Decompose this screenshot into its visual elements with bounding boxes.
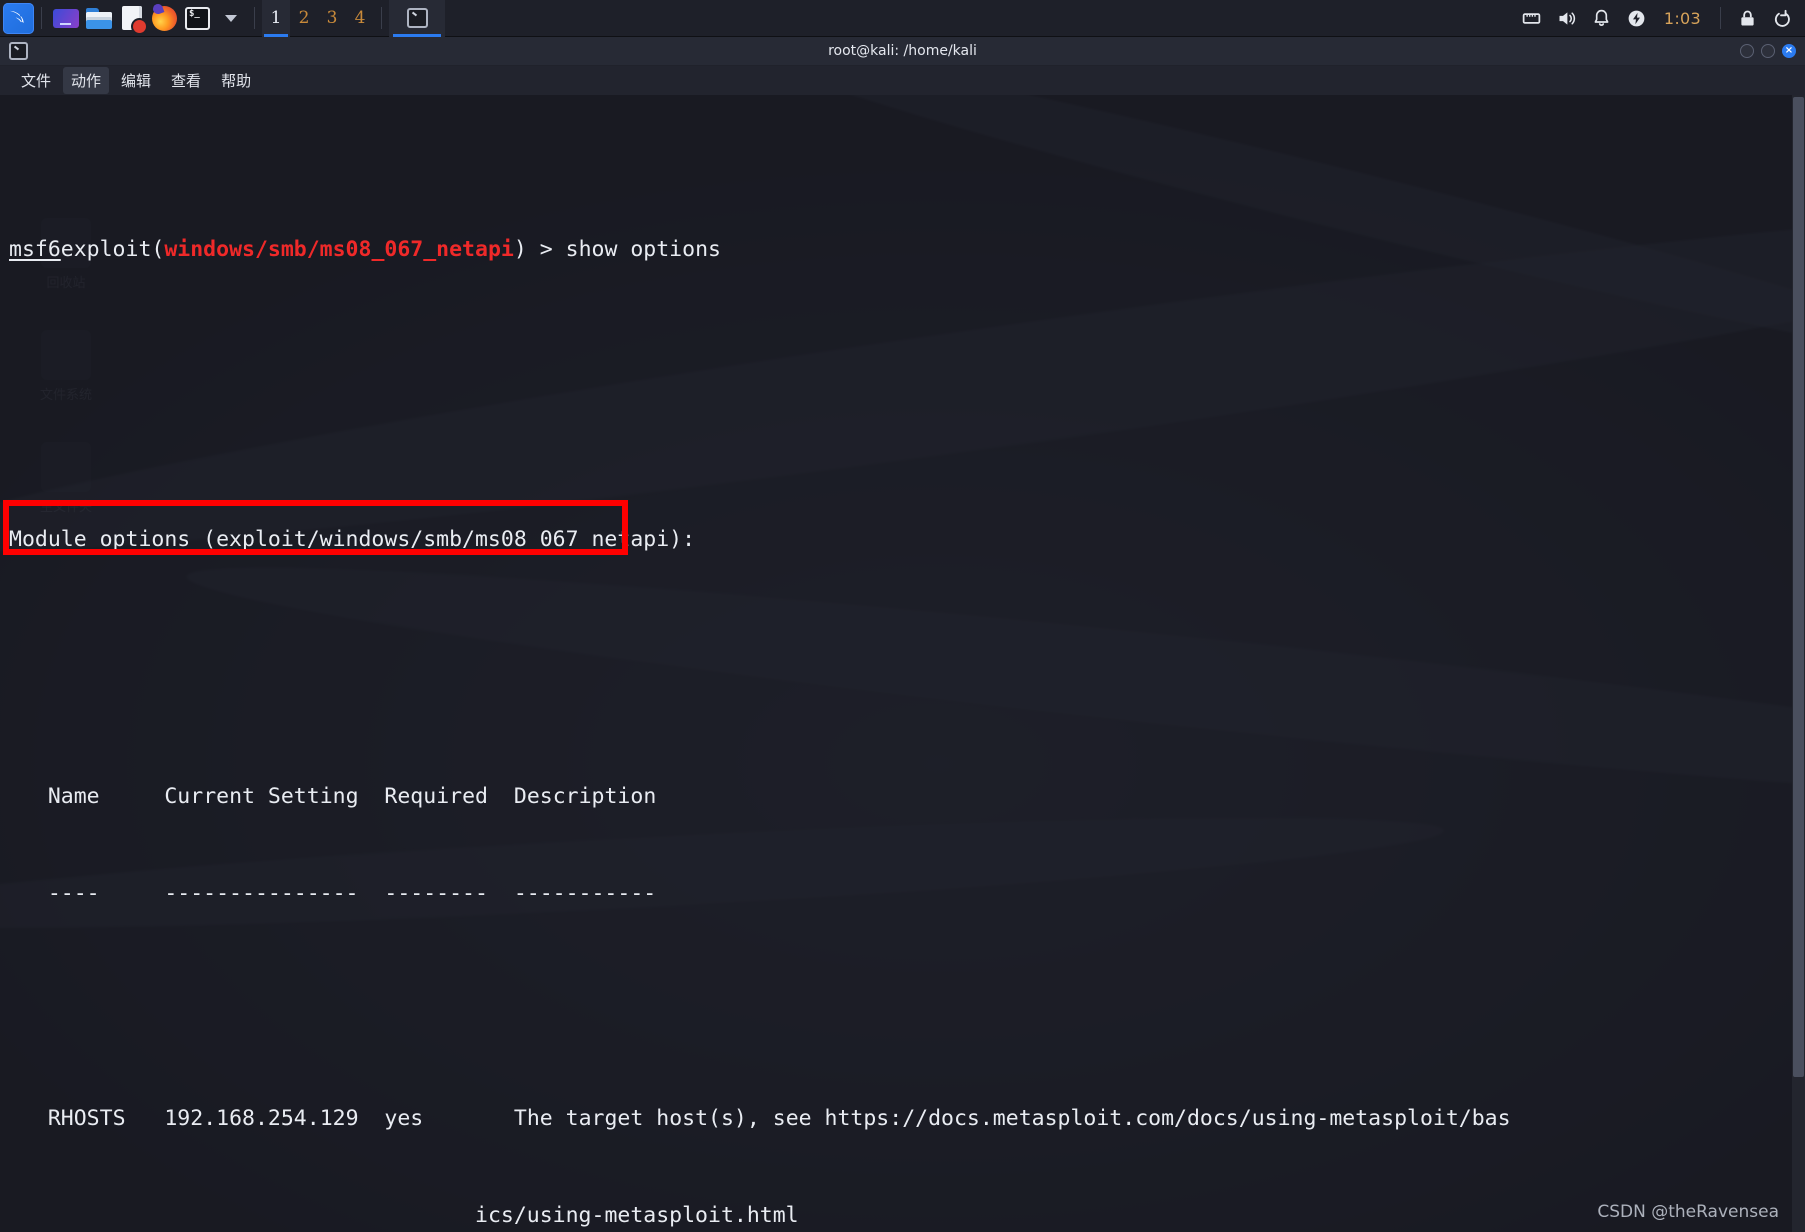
window-title: root@kali: /home/kali (828, 43, 977, 59)
chevron-down-icon[interactable] (214, 2, 247, 35)
workspace-button-2[interactable]: 2 (290, 0, 318, 37)
close-button[interactable]: × (1782, 44, 1796, 58)
col-required: Required (384, 784, 488, 810)
col-current-setting: Current Setting (164, 784, 359, 810)
terminal-command: show options (565, 236, 721, 262)
text-editor-icon[interactable] (115, 2, 148, 35)
display-icon[interactable] (49, 2, 82, 35)
network-icon[interactable] (1516, 3, 1547, 34)
taskbar-window-button[interactable] (389, 0, 445, 37)
table-row-continuation: ics/using-metasploit.html (9, 1200, 1805, 1232)
file-manager-icon[interactable] (82, 2, 115, 35)
module-table-header: Name Current Setting Required Descriptio… (9, 781, 1805, 813)
module-options-header: Module options (exploit/windows/smb/ms08… (9, 526, 696, 552)
minimize-button[interactable] (1740, 44, 1754, 58)
power-icon[interactable] (1621, 3, 1652, 34)
window-titlebar[interactable]: root@kali: /home/kali × (0, 37, 1805, 66)
kali-menu-icon[interactable] (3, 2, 34, 34)
menu-item-edit[interactable]: 编辑 (113, 67, 159, 94)
module-table-rule: ---- --------------- -------- ----------… (9, 880, 657, 906)
panel-separator (381, 7, 382, 29)
notifications-bell-icon[interactable] (1586, 3, 1617, 34)
col-name: Name (47, 784, 100, 810)
scrollbar-thumb[interactable] (1793, 97, 1804, 1077)
top-panel: 1 2 3 4 1:03 (0, 0, 1805, 37)
firefox-icon[interactable] (148, 2, 181, 35)
terminal-window: root@kali: /home/kali × 文件 动作 编辑 查看 帮助 m… (0, 37, 1805, 1232)
menu-bar: 文件 动作 编辑 查看 帮助 (0, 66, 1805, 95)
terminal-window-icon (406, 8, 428, 28)
panel-separator (254, 7, 255, 29)
cell-name: RHOSTS (47, 1106, 126, 1132)
logout-icon[interactable] (1767, 3, 1798, 34)
prompt-tail: ) > (513, 236, 566, 262)
terminal-output[interactable]: msf6exploit(windows/smb/ms08_067_netapi)… (0, 95, 1805, 1232)
workspace-button-1[interactable]: 1 (262, 0, 290, 37)
lock-icon[interactable] (1732, 3, 1763, 34)
prompt-module: windows/smb/ms08_067_netapi (164, 236, 514, 262)
volume-icon[interactable] (1551, 3, 1582, 34)
cell-required: yes (384, 1106, 424, 1132)
cell-setting: 192.168.254.129 (164, 1106, 359, 1132)
menu-item-view[interactable]: 查看 (163, 67, 209, 94)
panel-separator (1720, 7, 1721, 29)
col-description: Description (513, 784, 657, 810)
terminal-prompt-line: msf6exploit(windows/smb/ms08_067_netapi)… (9, 234, 1805, 266)
workspace-button-4[interactable]: 4 (346, 0, 374, 37)
prompt-exploit: exploit( (60, 236, 165, 262)
watermark: CSDN @theRavensea (1597, 1202, 1779, 1222)
terminal-scrollbar[interactable] (1792, 95, 1805, 1232)
terminal-window-icon (9, 42, 28, 60)
prompt-user: msf6 (9, 236, 61, 262)
maximize-button[interactable] (1761, 44, 1775, 58)
table-row: RHOSTS 192.168.254.129 yes The target ho… (9, 1103, 1805, 1135)
clock[interactable]: 1:03 (1656, 9, 1709, 28)
menu-item-actions[interactable]: 动作 (63, 67, 110, 94)
system-tray: 1:03 (1516, 0, 1805, 37)
cell-description: ics/using-metasploit.html (475, 1202, 799, 1228)
menu-item-help[interactable]: 帮助 (213, 67, 259, 94)
menu-item-file[interactable]: 文件 (13, 67, 59, 94)
cell-description: The target host(s), see https://docs.met… (513, 1106, 1511, 1132)
panel-separator (41, 7, 42, 29)
workspace-button-3[interactable]: 3 (318, 0, 346, 37)
window-controls: × (1740, 44, 1805, 58)
terminal-icon[interactable] (181, 2, 214, 35)
